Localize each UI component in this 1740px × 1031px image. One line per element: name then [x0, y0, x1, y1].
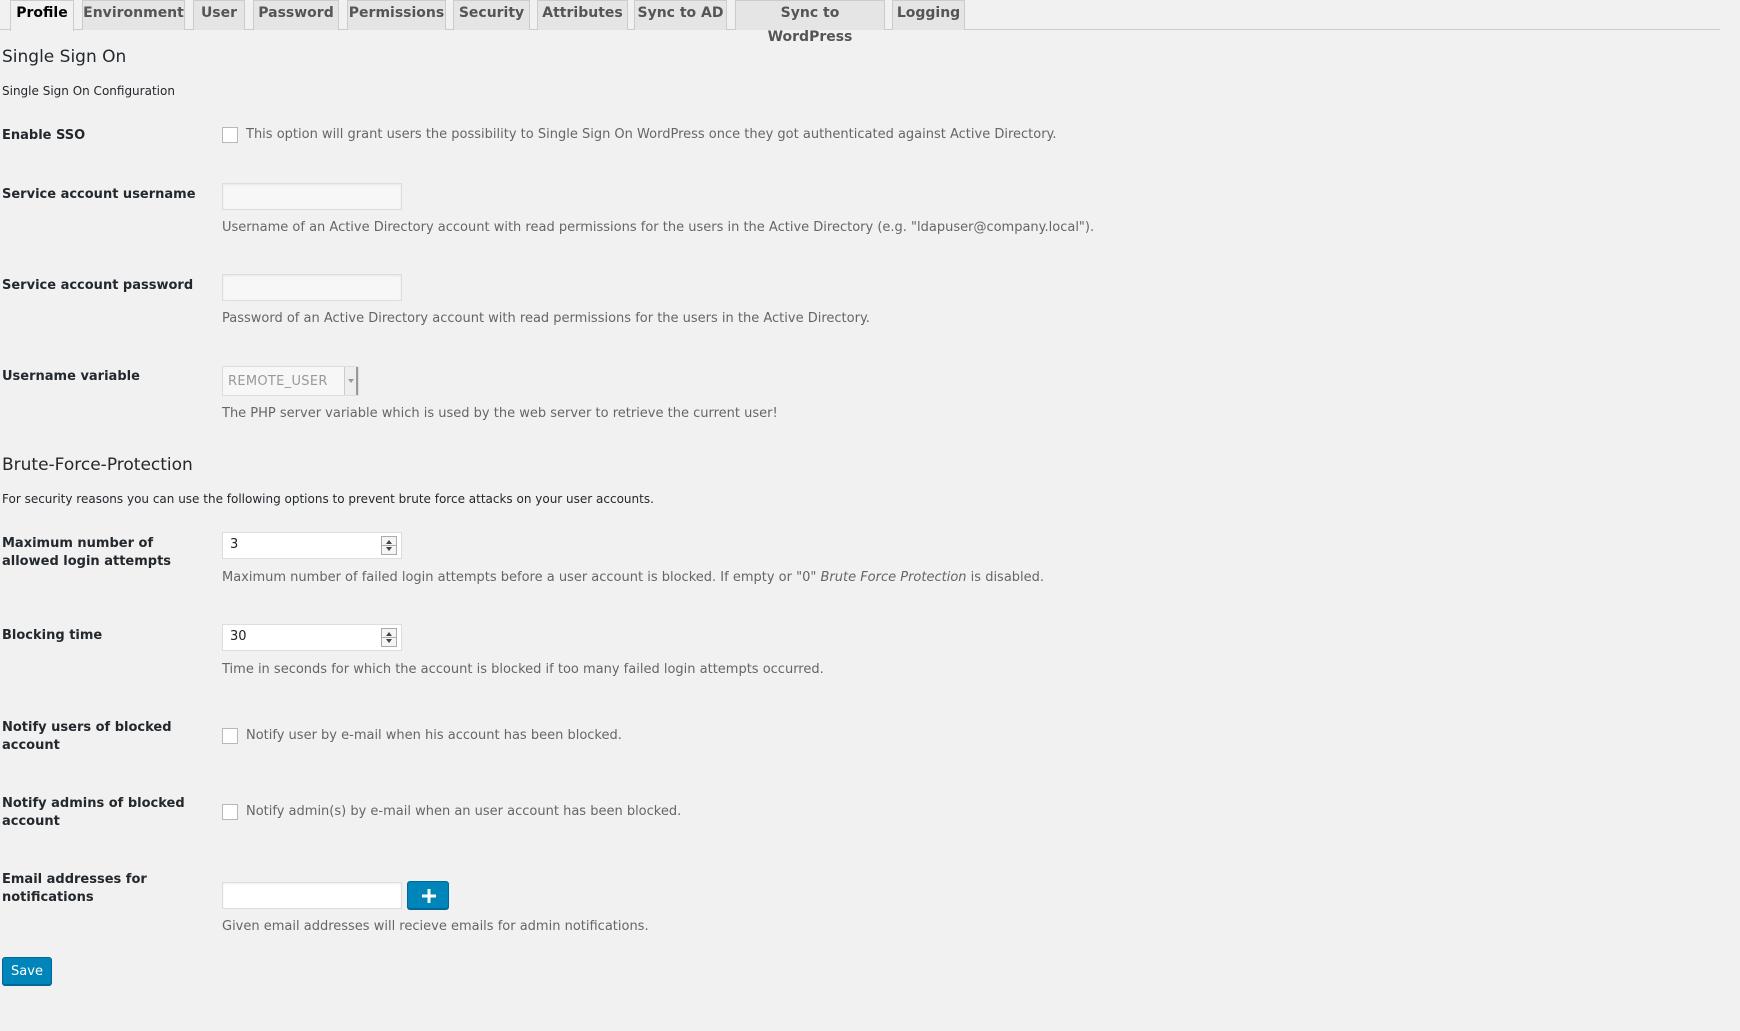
tab-user[interactable]: User	[193, 0, 245, 30]
notify-users-text: Notify user by e-mail when his account h…	[246, 728, 622, 743]
service-password-label: Service account password	[2, 278, 194, 293]
tab-sync-to-wordpress[interactable]: Sync to WordPress	[735, 0, 885, 45]
service-username-input[interactable]	[222, 183, 402, 210]
email-address-input[interactable]	[222, 882, 402, 909]
email-addresses-label: Email addresses for notifications	[2, 872, 147, 905]
plus-icon	[422, 889, 436, 903]
tab-profile[interactable]: Profile	[10, 0, 74, 31]
blocking-time-input[interactable]: 30	[222, 624, 402, 651]
username-variable-select[interactable]: REMOTE_USER	[222, 366, 359, 396]
notify-admins-checkbox[interactable]	[222, 804, 238, 820]
tab-environment[interactable]: Environment	[82, 0, 185, 30]
notify-admins-text: Notify admin(s) by e-mail when an user a…	[246, 804, 682, 819]
max-attempts-stepper[interactable]	[381, 536, 397, 555]
tab-security[interactable]: Security	[453, 0, 530, 30]
notify-users-label: Notify users of blocked account	[2, 720, 172, 753]
tab-password[interactable]: Password	[253, 0, 339, 30]
service-password-input[interactable]	[222, 274, 402, 301]
enable-sso-checkbox[interactable]	[222, 127, 238, 143]
enable-sso-text: This option will grant users the possibi…	[246, 127, 1057, 142]
enable-sso-label: Enable SSO	[2, 128, 86, 143]
tab-sync-to-ad[interactable]: Sync to AD	[634, 0, 727, 30]
blocking-time-stepper[interactable]	[381, 628, 397, 647]
service-username-label: Service account username	[2, 187, 196, 202]
service-username-description: Username of an Active Directory account …	[222, 220, 1095, 235]
service-password-description: Password of an Active Directory account …	[222, 311, 870, 326]
max-attempts-description: Maximum number of failed login attempts …	[222, 570, 1045, 585]
settings-tab-bar: Profile Environment User Password Permis…	[0, 0, 1720, 45]
max-attempts-value: 3	[230, 537, 239, 552]
brute-force-section-title: Brute-Force-Protection	[2, 455, 193, 475]
sso-section-title: Single Sign On	[2, 47, 127, 67]
max-attempts-label: Maximum number of allowed login attempts	[2, 536, 172, 569]
sso-section-intro: Single Sign On Configuration	[2, 84, 175, 98]
notify-admins-label: Notify admins of blocked account	[2, 796, 185, 829]
email-addresses-description: Given email addresses will recieve email…	[222, 919, 649, 934]
blocking-time-value: 30	[230, 629, 247, 644]
chevron-down-icon	[344, 367, 358, 395]
tab-permissions[interactable]: Permissions	[347, 0, 446, 30]
blocking-time-description: Time in seconds for which the account is…	[222, 662, 824, 677]
username-variable-label: Username variable	[2, 369, 140, 384]
username-variable-value: REMOTE_USER	[228, 374, 328, 389]
tab-attributes[interactable]: Attributes	[537, 0, 628, 30]
save-button[interactable]: Save	[2, 957, 52, 985]
blocking-time-label: Blocking time	[2, 628, 103, 643]
notify-users-checkbox[interactable]	[222, 728, 238, 744]
brute-force-section-intro: For security reasons you can use the fol…	[2, 492, 654, 506]
max-attempts-input[interactable]: 3	[222, 532, 402, 559]
add-email-button[interactable]	[407, 881, 449, 909]
tab-logging[interactable]: Logging	[892, 0, 965, 30]
username-variable-description: The PHP server variable which is used by…	[222, 406, 778, 421]
